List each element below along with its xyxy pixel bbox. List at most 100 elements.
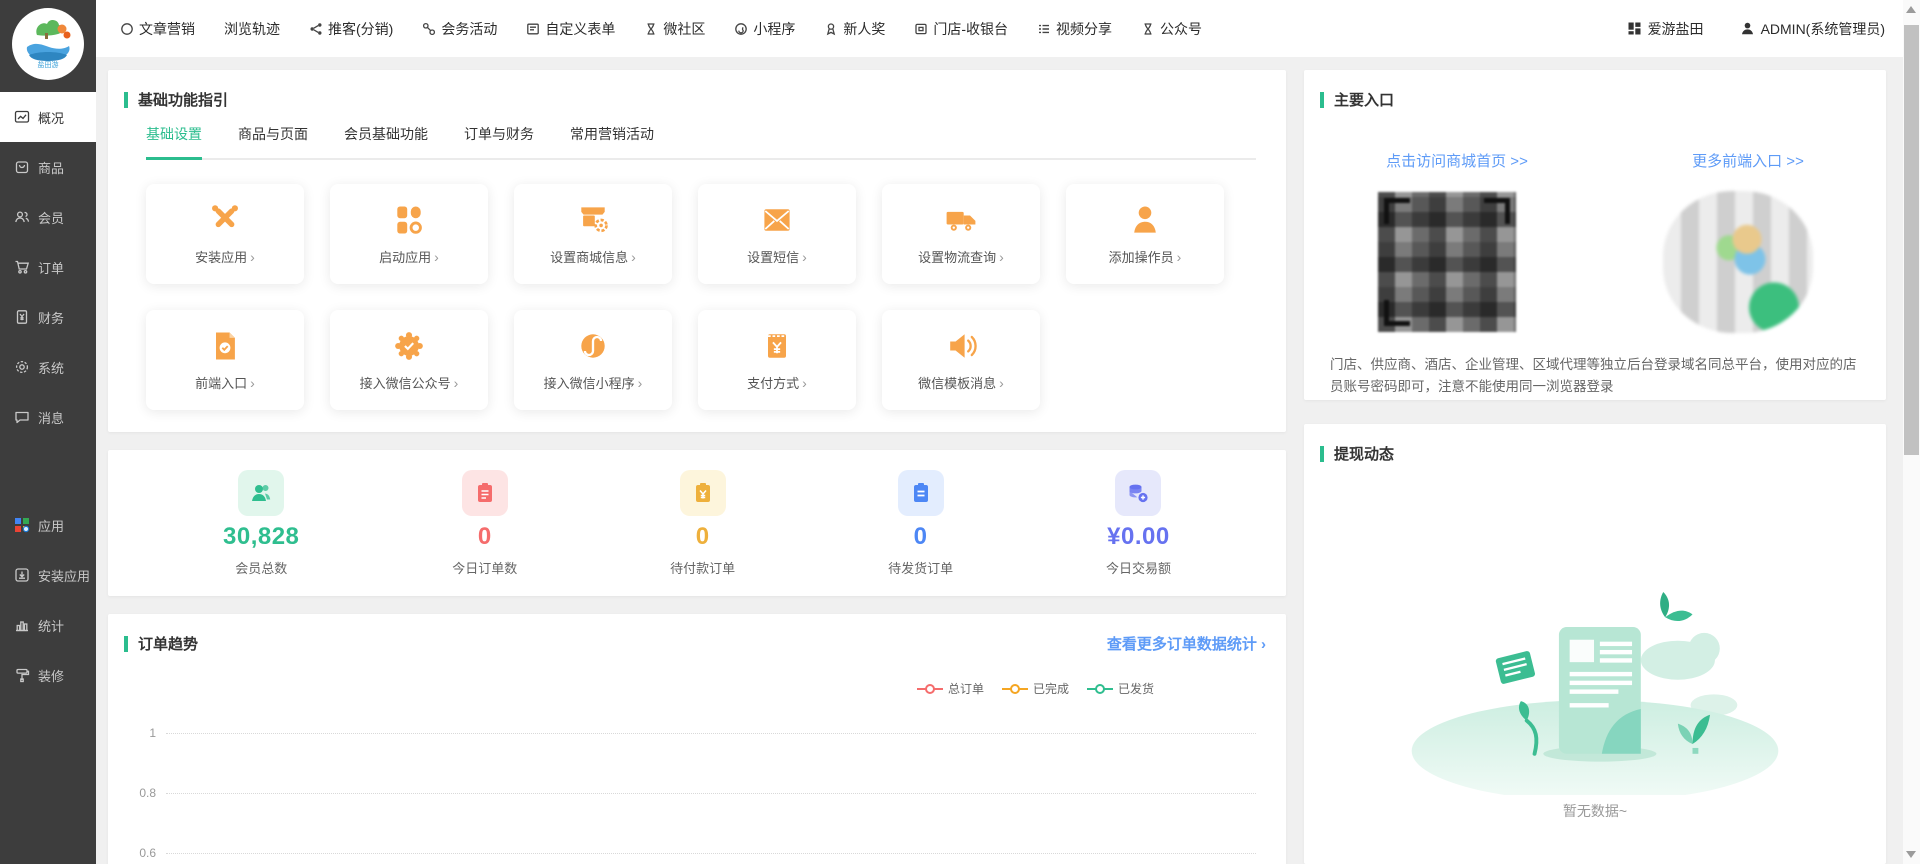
tools-icon: [207, 202, 243, 238]
legend-shipped[interactable]: 已发货: [1087, 680, 1154, 697]
hourglass-icon: [1141, 22, 1155, 36]
mall-name: 爱游盐田: [1648, 19, 1704, 39]
card-label: 支付方式: [747, 373, 799, 392]
sidebar-item-statistics[interactable]: 统计: [0, 600, 96, 650]
card-label: 接入微信小程序: [544, 373, 635, 392]
card-logistics[interactable]: 设置物流查询›: [882, 184, 1040, 284]
scroll-down-arrow-icon[interactable]: [1906, 851, 1916, 858]
today-orders-icon: [462, 470, 508, 516]
entry-description: 门店、供应商、酒店、企业管理、区域代理等独立后台登录域名同总平台，使用对应的店员…: [1330, 354, 1860, 398]
nav-item-label: 文章营销: [139, 19, 195, 39]
store-pos-icon: [914, 22, 928, 36]
nav-item-distribution[interactable]: 推客(分销): [309, 19, 393, 39]
sidebar-item-overview[interactable]: 概况: [0, 92, 96, 142]
scrollbar-thumb[interactable]: [1904, 25, 1919, 455]
nav-item-video-share[interactable]: 视频分享: [1037, 19, 1112, 39]
order-trend-panel: 订单趋势 查看更多订单数据统计 › 总订单 已完成 已发货 1: [108, 614, 1286, 864]
sidebar-item-system[interactable]: 系统: [0, 342, 96, 392]
chevron-right-icon: ›: [1177, 249, 1182, 265]
nav-item-label: 推客(分销): [328, 19, 393, 39]
header-accent-bar: [124, 636, 128, 652]
stat-today-transactions: ¥0.00 今日交易额: [1106, 470, 1171, 577]
nav-item-newcomer-award[interactable]: 新人奖: [824, 19, 885, 39]
more-order-stats-link[interactable]: 查看更多订单数据统计 ›: [1107, 633, 1266, 654]
nav-item-custom-forms[interactable]: 自定义表单: [526, 19, 615, 39]
tab-member-basics[interactable]: 会员基础功能: [344, 124, 428, 158]
chevron-right-icon: ›: [454, 375, 459, 391]
card-add-operator[interactable]: 添加操作员›: [1066, 184, 1224, 284]
tab-basic-settings[interactable]: 基础设置: [146, 124, 202, 160]
legend-total-orders[interactable]: 总订单: [917, 680, 984, 697]
card-sms[interactable]: 设置短信›: [698, 184, 856, 284]
pending-payment-icon: [680, 470, 726, 516]
wechat-official-badge-icon: [391, 328, 427, 364]
order-trend-header: 订单趋势 查看更多订单数据统计 ›: [108, 614, 1286, 654]
visit-mall-home-link[interactable]: 点击访问商城首页 >>: [1386, 150, 1528, 171]
form-icon: [526, 22, 540, 36]
user-name: ADMIN(系统管理员): [1761, 19, 1885, 39]
today-transactions-icon: [1115, 470, 1161, 516]
award-icon: [824, 22, 838, 36]
logo-art-icon: 盐田游: [19, 15, 77, 73]
sidebar-item-decorate[interactable]: 装修: [0, 650, 96, 700]
nav-item-label: 浏览轨迹: [224, 19, 280, 39]
stat-label: 今日交易额: [1106, 558, 1171, 577]
legend-label: 总订单: [948, 680, 984, 697]
system-gear-icon: [14, 359, 30, 375]
guide-title: 基础功能指引: [138, 89, 228, 110]
nav-item-label: 公众号: [1160, 19, 1202, 39]
nav-item-miniprogram[interactable]: 小程序: [734, 19, 795, 39]
sidebar-item-apps[interactable]: 应用: [0, 500, 96, 550]
card-wechat-miniprogram[interactable]: 接入微信小程序›: [514, 310, 672, 410]
messages-chat-icon: [14, 409, 30, 425]
add-operator-person-icon: [1127, 202, 1163, 238]
card-launch-app[interactable]: 启动应用›: [330, 184, 488, 284]
sidebar-item-orders[interactable]: 订单: [0, 242, 96, 292]
tab-marketing[interactable]: 常用营销活动: [570, 124, 654, 158]
top-nav-right: 爱游盐田 ADMIN(系统管理员): [1627, 19, 1885, 39]
orders-cart-icon: [14, 259, 30, 275]
tab-goods-pages[interactable]: 商品与页面: [238, 124, 308, 158]
nav-item-conference[interactable]: 会务活动: [422, 19, 497, 39]
apps-colorful-icon: [14, 517, 30, 533]
card-wechat-official[interactable]: 接入微信公众号›: [330, 310, 488, 410]
sidebar-item-goods[interactable]: 商品: [0, 142, 96, 192]
chevron-right-icon: ›: [999, 249, 1004, 265]
user-menu[interactable]: ADMIN(系统管理员): [1740, 19, 1885, 39]
nav-item-label: 视频分享: [1056, 19, 1112, 39]
scroll-up-arrow-icon[interactable]: [1906, 6, 1916, 13]
guide-panel: 基础功能指引 基础设置 商品与页面 会员基础功能 订单与财务 常用营销活动 安装…: [108, 70, 1286, 432]
nav-item-store-pos[interactable]: 门店-收银台: [914, 19, 1008, 39]
stat-label: 会员总数: [235, 558, 287, 577]
sidebar-item-finance[interactable]: 财务: [0, 292, 96, 342]
nav-item-label: 门店-收银台: [933, 19, 1008, 39]
vertical-scrollbar[interactable]: [1903, 0, 1920, 864]
more-frontend-entries-link[interactable]: 更多前端入口 >>: [1692, 150, 1804, 171]
sidebar-item-label: 会员: [38, 208, 64, 227]
card-mall-info[interactable]: 设置商城信息›: [514, 184, 672, 284]
top-navbar: 文章营销 浏览轨迹 推客(分销) 会务活动 自定义表单: [96, 0, 1903, 57]
finance-yen-icon: [14, 309, 30, 325]
sidebar-item-messages[interactable]: 消息: [0, 392, 96, 442]
logistics-truck-icon: [943, 202, 979, 238]
guide-cards: 安装应用› 启动应用› 设置商城信息›: [108, 160, 1248, 410]
nav-item-browse-tracks[interactable]: 浏览轨迹: [224, 19, 280, 39]
legend-completed[interactable]: 已完成: [1002, 680, 1069, 697]
nav-item-official-account[interactable]: 公众号: [1141, 19, 1202, 39]
chevron-right-icon: ›: [638, 375, 643, 391]
chart-gridline-1: 1: [130, 726, 1256, 740]
tab-orders-finance[interactable]: 订单与财务: [464, 124, 534, 158]
nav-item-micro-community[interactable]: 微社区: [644, 19, 705, 39]
sidebar-item-members[interactable]: 会员: [0, 192, 96, 242]
card-payment[interactable]: 支付方式›: [698, 310, 856, 410]
stat-label: 今日订单数: [452, 558, 517, 577]
card-template-message[interactable]: 微信模板消息›: [882, 310, 1040, 410]
sidebar-item-install-apps[interactable]: 安装应用: [0, 550, 96, 600]
card-frontend-entry[interactable]: 前端入口›: [146, 310, 304, 410]
sidebar-item-label: 统计: [38, 616, 64, 635]
top-nav-items: 文章营销 浏览轨迹 推客(分销) 会务活动 自定义表单: [120, 19, 1202, 39]
mall-switcher[interactable]: 爱游盐田: [1627, 19, 1704, 39]
stat-value: 0: [696, 523, 710, 551]
nav-item-article-marketing[interactable]: 文章营销: [120, 19, 195, 39]
card-install-app[interactable]: 安装应用›: [146, 184, 304, 284]
